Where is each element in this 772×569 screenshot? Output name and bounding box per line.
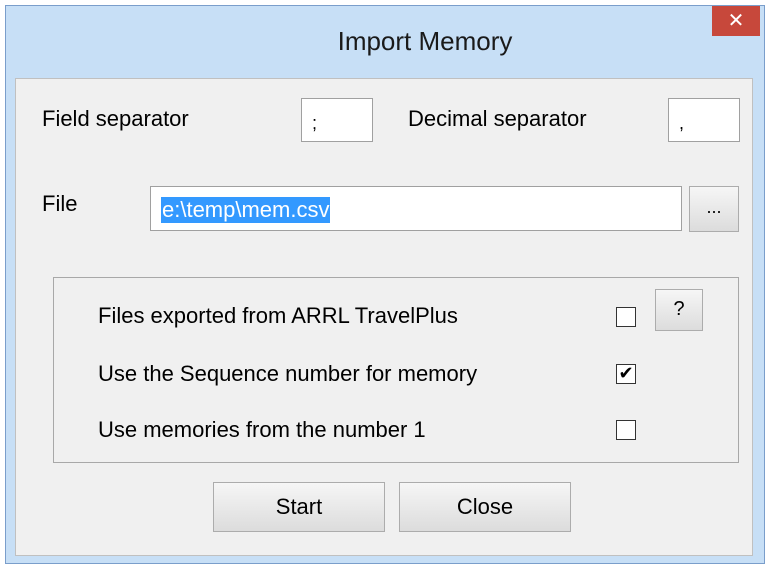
- file-path-value: e:\temp\mem.csv: [161, 197, 331, 223]
- browse-button[interactable]: ...: [689, 186, 739, 232]
- option-label-travelplus: Files exported from ARRL TravelPlus: [98, 303, 458, 328]
- start-button[interactable]: Start: [213, 482, 385, 532]
- option-label-memories-from-1: Use memories from the number 1: [98, 417, 426, 442]
- field-separator-label: Field separator: [42, 106, 189, 131]
- travelplus-checkbox[interactable]: [616, 307, 636, 327]
- title-bar[interactable]: Import Memory ✕: [6, 6, 764, 78]
- decimal-separator-input[interactable]: ,: [668, 98, 740, 142]
- help-button[interactable]: ?: [655, 289, 703, 331]
- file-path-input[interactable]: e:\temp\mem.csv: [150, 186, 682, 231]
- close-window-button[interactable]: ✕: [712, 6, 760, 36]
- close-button[interactable]: Close: [399, 482, 571, 532]
- options-group: Files exported from ARRL TravelPlus ? Us…: [53, 277, 739, 463]
- close-icon: ✕: [727, 10, 745, 32]
- field-separator-input[interactable]: ;: [301, 98, 373, 142]
- memories-from-1-checkbox[interactable]: [616, 420, 636, 440]
- import-memory-window: Import Memory ✕ Field separator ; Decima…: [5, 5, 765, 564]
- dialog-body: Field separator ; Decimal separator , Fi…: [15, 78, 753, 556]
- file-label: File: [42, 191, 78, 216]
- decimal-separator-label: Decimal separator: [408, 106, 587, 131]
- window-title: Import Memory: [337, 26, 513, 56]
- sequence-number-checkbox[interactable]: ✔: [616, 364, 636, 384]
- option-label-sequence: Use the Sequence number for memory: [98, 361, 478, 386]
